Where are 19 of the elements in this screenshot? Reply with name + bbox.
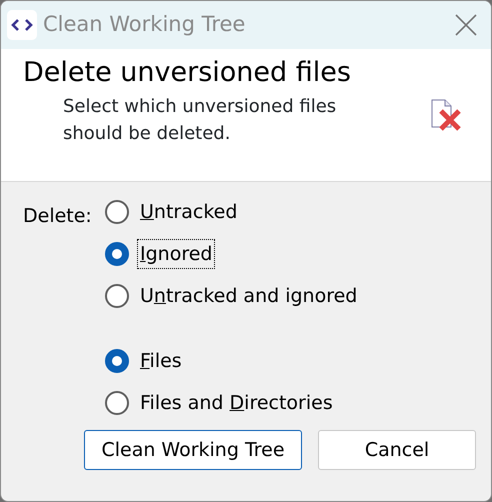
delete-file-icon [431,99,463,133]
cancel-button[interactable]: Cancel [318,430,476,470]
close-icon[interactable] [455,14,477,36]
window-title: Clean Working Tree [43,11,246,38]
radio-button[interactable] [105,242,129,266]
radio-label[interactable]: Untracked [137,196,240,228]
radio-label[interactable]: Files and Directories [137,388,336,418]
header-description: Select which unversioned files should be deleted. [63,95,338,146]
radio-button[interactable] [105,391,129,415]
radio-label[interactable]: Files [137,346,185,376]
radio-button[interactable] [105,349,129,373]
delete-label: Delete: [23,205,92,227]
clean-button[interactable]: Clean Working Tree [84,430,302,470]
radio-label[interactable]: Ignored [137,238,216,270]
header-title: Delete unversioned files [23,57,352,90]
app-icon [7,10,37,40]
radio-button[interactable] [105,200,129,224]
radio-label[interactable]: Untracked and ignored [137,280,360,312]
radio-button[interactable] [105,284,129,308]
